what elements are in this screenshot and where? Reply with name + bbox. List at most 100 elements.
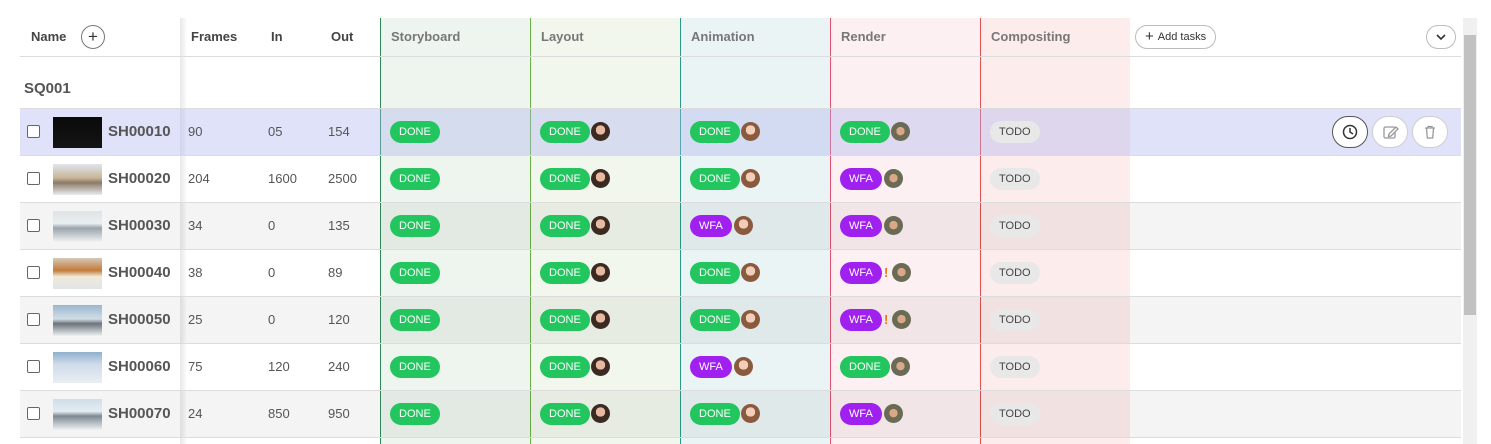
shot-name[interactable]: SH00060	[108, 344, 171, 390]
shot-name[interactable]: SH00020	[108, 156, 171, 202]
row-checkbox[interactable]	[27, 360, 40, 373]
task-status-badge[interactable]: DONE	[540, 262, 590, 284]
assignee-avatar[interactable]	[591, 263, 610, 282]
task-status-badge[interactable]: DONE	[540, 215, 590, 237]
shot-thumbnail[interactable]	[53, 211, 102, 242]
task-status-badge[interactable]: DONE	[540, 309, 590, 331]
assignee-avatar[interactable]	[892, 310, 911, 329]
add-tasks-button[interactable]: + Add tasks	[1135, 25, 1217, 49]
out-column-header[interactable]: Out	[331, 18, 353, 56]
shot-name[interactable]: SH00050	[108, 297, 171, 343]
row-checkbox[interactable]	[27, 219, 40, 232]
frames-value[interactable]: 24	[188, 391, 202, 437]
assignee-avatar[interactable]	[884, 216, 903, 235]
scrollbar-thumb[interactable]	[1464, 35, 1476, 315]
in-value[interactable]: 0	[268, 203, 275, 249]
task-status-badge[interactable]: DONE	[840, 121, 890, 143]
task-status-badge[interactable]: DONE	[690, 168, 740, 190]
compositing-column-header[interactable]: Compositing	[991, 18, 1070, 56]
shot-row[interactable]: SH00060 75 120 240 DONE DONE WFA DONE TODO	[20, 344, 1461, 391]
in-value[interactable]: 120	[268, 344, 290, 390]
in-value[interactable]: 0	[268, 250, 275, 296]
in-value[interactable]: 05	[268, 109, 282, 155]
shot-name[interactable]: SH00070	[108, 391, 171, 437]
task-status-badge[interactable]: TODO	[990, 121, 1040, 143]
assignee-avatar[interactable]	[741, 122, 760, 141]
task-status-badge[interactable]: TODO	[990, 262, 1040, 284]
assignee-avatar[interactable]	[591, 169, 610, 188]
add-shot-button[interactable]: +	[81, 25, 105, 49]
task-status-badge[interactable]: DONE	[690, 121, 740, 143]
task-status-badge[interactable]: TODO	[990, 215, 1040, 237]
name-column-header[interactable]: Name	[31, 18, 66, 56]
task-status-badge[interactable]: DONE	[690, 309, 740, 331]
task-status-badge[interactable]: TODO	[990, 309, 1040, 331]
task-status-badge[interactable]: WFA	[840, 403, 882, 425]
task-status-badge[interactable]: WFA	[690, 215, 732, 237]
assignee-avatar[interactable]	[591, 216, 610, 235]
assignee-avatar[interactable]	[734, 357, 753, 376]
animation-column-header[interactable]: Animation	[691, 18, 755, 56]
task-status-badge[interactable]: WFA	[840, 168, 882, 190]
task-status-badge[interactable]: DONE	[390, 309, 440, 331]
out-value[interactable]: 120	[328, 297, 350, 343]
task-status-badge[interactable]: DONE	[390, 403, 440, 425]
column-options-button[interactable]	[1426, 25, 1456, 49]
assignee-avatar[interactable]	[884, 404, 903, 423]
task-status-badge[interactable]: DONE	[390, 356, 440, 378]
task-status-badge[interactable]: DONE	[690, 403, 740, 425]
row-checkbox[interactable]	[27, 172, 40, 185]
assignee-avatar[interactable]	[891, 357, 910, 376]
out-value[interactable]: 950	[328, 391, 350, 437]
layout-column-header[interactable]: Layout	[541, 18, 584, 56]
shot-thumbnail[interactable]	[53, 399, 102, 430]
task-status-badge[interactable]: TODO	[990, 356, 1040, 378]
shot-row[interactable]: SH00020 204 1600 2500 DONE DONE DONE WFA TODO	[20, 156, 1461, 203]
task-status-badge[interactable]: DONE	[840, 356, 890, 378]
task-status-badge[interactable]: DONE	[390, 168, 440, 190]
frames-value[interactable]: 204	[188, 156, 210, 202]
assignee-avatar[interactable]	[741, 310, 760, 329]
task-status-badge[interactable]: DONE	[390, 215, 440, 237]
shot-row[interactable]: SH00040 38 0 89 DONE DONE DONE WFA! TODO	[20, 250, 1461, 297]
task-status-badge[interactable]: DONE	[540, 356, 590, 378]
frames-column-header[interactable]: Frames	[191, 18, 237, 56]
task-status-badge[interactable]: DONE	[390, 262, 440, 284]
frames-value[interactable]: 90	[188, 109, 202, 155]
assignee-avatar[interactable]	[591, 122, 610, 141]
row-checkbox[interactable]	[27, 125, 40, 138]
task-status-badge[interactable]: WFA	[840, 262, 882, 284]
task-status-badge[interactable]: WFA	[840, 215, 882, 237]
in-value[interactable]: 0	[268, 297, 275, 343]
shot-row[interactable]: SH00070 24 850 950 DONE DONE DONE WFA TODO	[20, 391, 1461, 438]
task-status-badge[interactable]: DONE	[690, 262, 740, 284]
task-status-badge[interactable]: DONE	[390, 121, 440, 143]
shot-row[interactable]: SH00030 34 0 135 DONE DONE WFA WFA TODO	[20, 203, 1461, 250]
frames-value[interactable]: 38	[188, 250, 202, 296]
row-checkbox[interactable]	[27, 407, 40, 420]
assignee-avatar[interactable]	[892, 263, 911, 282]
out-value[interactable]: 154	[328, 109, 350, 155]
shot-thumbnail[interactable]	[53, 352, 102, 383]
in-column-header[interactable]: In	[271, 18, 283, 56]
assignee-avatar[interactable]	[891, 122, 910, 141]
task-status-badge[interactable]: TODO	[990, 168, 1040, 190]
shot-name[interactable]: SH00010	[108, 109, 171, 155]
shot-thumbnail[interactable]	[53, 258, 102, 289]
assignee-avatar[interactable]	[591, 310, 610, 329]
shot-thumbnail[interactable]	[53, 117, 102, 148]
out-value[interactable]: 2500	[328, 156, 357, 202]
assignee-avatar[interactable]	[591, 357, 610, 376]
frames-value[interactable]: 75	[188, 344, 202, 390]
shot-name[interactable]: SH00030	[108, 203, 171, 249]
assignee-avatar[interactable]	[741, 263, 760, 282]
delete-button[interactable]	[1412, 116, 1448, 148]
assignee-avatar[interactable]	[741, 404, 760, 423]
out-value[interactable]: 240	[328, 344, 350, 390]
shot-thumbnail[interactable]	[53, 305, 102, 336]
shot-row[interactable]: SH00010 90 05 154 DONE DONE DONE DONE TODO	[20, 109, 1461, 156]
task-status-badge[interactable]: DONE	[540, 168, 590, 190]
out-value[interactable]: 89	[328, 250, 342, 296]
task-status-badge[interactable]: WFA	[690, 356, 732, 378]
storyboard-column-header[interactable]: Storyboard	[391, 18, 460, 56]
